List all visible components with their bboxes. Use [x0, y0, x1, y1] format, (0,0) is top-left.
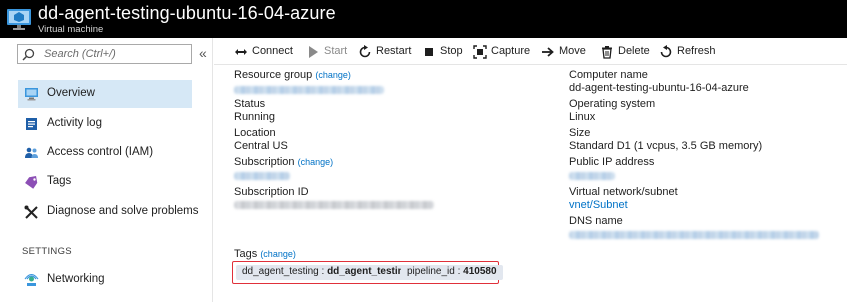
sidebar: Search (Ctrl+/) « Overview Activity log … [0, 38, 213, 302]
refresh-icon [660, 45, 672, 58]
tag-key: pipeline_id [407, 266, 455, 277]
subscription-value-redacted[interactable] [234, 172, 290, 180]
start-label: Start [324, 45, 348, 57]
tag-pill[interactable]: dd_agent_testing : dd_agent_testing [236, 265, 416, 280]
tags-label: Tags (change) [234, 248, 296, 260]
sidebar-item-overview[interactable]: Overview [18, 80, 192, 108]
restart-label: Restart [376, 45, 412, 57]
sidebar-item-tags[interactable]: Tags [18, 168, 192, 196]
tag-pill[interactable]: pipeline_id : 410580 [401, 265, 503, 280]
trash-icon [602, 46, 612, 59]
connect-label: Connect [252, 45, 293, 57]
tags-label-text: Tags [234, 248, 258, 260]
activity-log-icon [26, 118, 37, 130]
refresh-label: Refresh [677, 45, 716, 57]
tag-icon [25, 176, 38, 189]
stop-label: Stop [440, 45, 463, 57]
computer-name-label: Computer name [569, 69, 648, 81]
change-resource-group-link[interactable]: (change) [315, 70, 351, 80]
resource-group-label: Resource group (change) [234, 69, 351, 81]
sidebar-item-label: Overview [47, 87, 95, 99]
sidebar-item-label: Tags [47, 175, 72, 187]
collapse-sidebar-icon[interactable]: « [199, 45, 207, 61]
location-label: Location [234, 127, 276, 139]
delete-label: Delete [618, 45, 650, 57]
change-tags-link[interactable]: (change) [260, 249, 296, 259]
people-icon [25, 147, 38, 158]
capture-icon [473, 45, 487, 59]
move-label: Move [559, 45, 586, 57]
status-value: Running [234, 111, 275, 123]
size-value: Standard D1 (1 vcpus, 3.5 GB memory) [569, 140, 763, 152]
restart-icon [359, 45, 371, 58]
sidebar-item-label: Activity log [47, 117, 102, 129]
change-subscription-link[interactable]: (change) [298, 157, 334, 167]
subscription-label: Subscription (change) [234, 156, 333, 168]
play-icon [309, 46, 318, 58]
resource-group-value-redacted[interactable] [234, 86, 384, 94]
dns-name-value-redacted[interactable] [569, 231, 819, 239]
tag-value: 410580 [463, 266, 497, 277]
size-label: Size [569, 127, 591, 139]
public-ip-label: Public IP address [569, 156, 655, 168]
monitor-icon [25, 88, 38, 101]
public-ip-value-redacted[interactable] [569, 172, 615, 180]
blade-header: dd-agent-testing-ubuntu-16-04-azure Virt… [0, 0, 847, 38]
search-icon [22, 48, 35, 61]
wrench-icon [24, 205, 38, 219]
command-bar: Connect Start Restart Stop Capture Move [214, 38, 847, 65]
status-label: Status [234, 98, 266, 110]
resource-group-label-text: Resource group [234, 69, 313, 81]
os-label: Operating system [569, 98, 656, 110]
sidebar-item-activity-log[interactable]: Activity log [18, 110, 192, 138]
connect-icon [235, 49, 247, 55]
tag-value: dd_agent_testing [327, 266, 410, 277]
page-title: dd-agent-testing-ubuntu-16-04-azure [38, 3, 336, 23]
page-subtitle: Virtual machine [38, 24, 104, 35]
dns-name-label: DNS name [569, 215, 623, 227]
search-placeholder: Search (Ctrl+/) [44, 48, 116, 60]
vnet-subnet-link[interactable]: vnet/Subnet [569, 199, 628, 211]
tags-highlight-box: dd_agent_testing : dd_agent_testing pipe… [232, 261, 503, 284]
tag-key: dd_agent_testing [242, 266, 319, 277]
search-input[interactable]: Search (Ctrl+/) [17, 44, 192, 64]
location-value: Central US [234, 140, 288, 152]
subscription-id-value-redacted [234, 201, 434, 209]
sidebar-item-label: Networking [47, 273, 105, 285]
arrow-right-icon [542, 47, 554, 57]
sidebar-item-access-control[interactable]: Access control (IAM) [18, 139, 192, 167]
subscription-id-label: Subscription ID [234, 186, 309, 198]
sidebar-item-diagnose[interactable]: Diagnose and solve problems [18, 198, 199, 226]
network-icon [24, 273, 39, 286]
sidebar-item-label: Access control (IAM) [47, 146, 154, 158]
os-value: Linux [569, 111, 596, 123]
capture-label: Capture [491, 45, 531, 57]
settings-section-label: SETTINGS [22, 246, 72, 257]
stop-icon [425, 48, 433, 56]
vnet-label: Virtual network/subnet [569, 186, 678, 198]
computer-name-value: dd-agent-testing-ubuntu-16-04-azure [569, 82, 749, 94]
subscription-label-text: Subscription [234, 156, 295, 168]
virtual-machine-icon [7, 9, 31, 30]
sidebar-item-networking[interactable]: Networking [18, 266, 192, 294]
sidebar-item-label: Diagnose and solve problems [47, 205, 199, 217]
